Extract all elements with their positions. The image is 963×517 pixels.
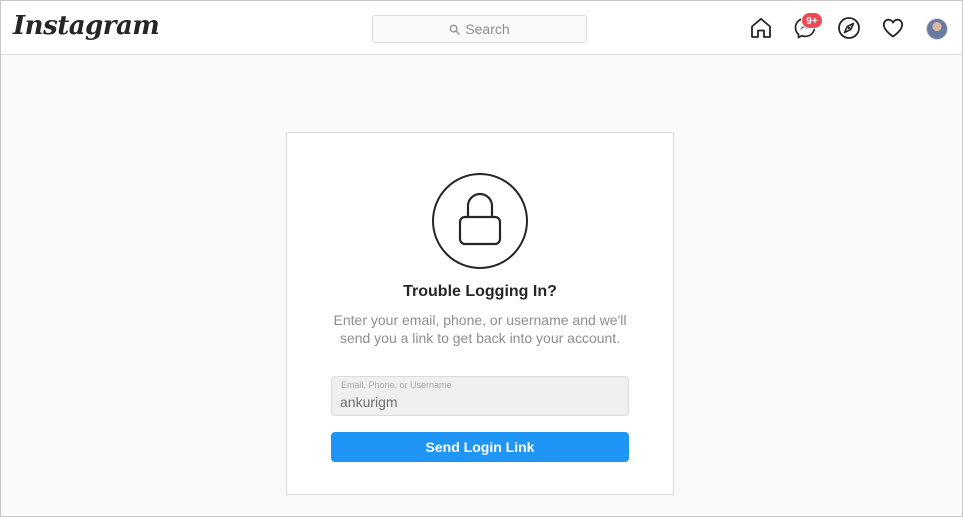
- email-phone-username-field[interactable]: Email, Phone, or Username: [331, 376, 629, 416]
- activity-button[interactable]: [881, 16, 905, 40]
- search-icon: [449, 24, 461, 35]
- trouble-logging-in-card: Trouble Logging In? Enter your email, ph…: [286, 132, 674, 495]
- home-button[interactable]: [749, 16, 773, 40]
- description-text: Enter your email, phone, or username and…: [333, 312, 627, 346]
- instagram-logo[interactable]: Instagram: [13, 11, 160, 41]
- app-window: Instagram Search 9+ Trouble Logging In? …: [0, 0, 963, 517]
- page-title: Trouble Logging In?: [403, 283, 557, 300]
- lock-icon-container: [432, 173, 528, 269]
- field-label: Email, Phone, or Username: [341, 380, 452, 390]
- search-placeholder: Search: [465, 21, 510, 37]
- notification-badge: 9+: [801, 12, 823, 29]
- send-login-link-button[interactable]: Send Login Link: [331, 432, 629, 462]
- compass-icon: [838, 17, 860, 39]
- home-icon: [751, 17, 771, 38]
- search-box[interactable]: Search: [372, 15, 587, 43]
- top-navigation-bar: Instagram Search 9+: [1, 1, 962, 55]
- lock-icon: [458, 192, 502, 246]
- username-input[interactable]: [340, 394, 620, 410]
- explore-button[interactable]: [837, 16, 861, 40]
- heart-icon: [882, 18, 904, 38]
- profile-avatar[interactable]: [926, 18, 948, 40]
